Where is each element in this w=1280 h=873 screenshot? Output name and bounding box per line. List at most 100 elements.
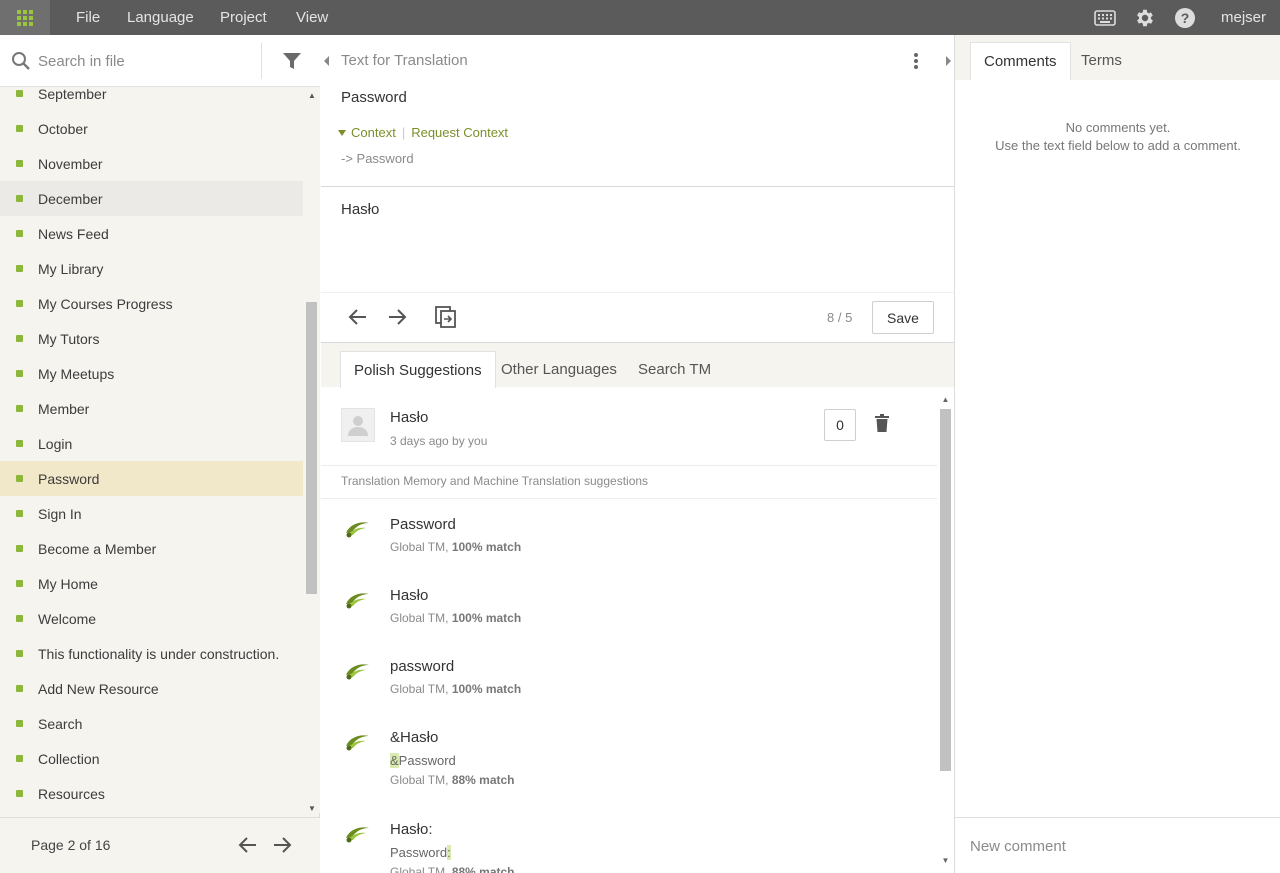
tm-match: 88% match	[451, 865, 515, 873]
string-list-item[interactable]: December	[0, 181, 303, 216]
translation-textarea[interactable]: Hasło	[341, 201, 379, 218]
status-dot-icon	[16, 755, 23, 762]
tm-logo-icon	[346, 664, 369, 680]
next-page-arrow-icon[interactable]	[272, 836, 292, 854]
svg-text:?: ?	[1181, 10, 1190, 26]
search-input[interactable]	[38, 49, 248, 73]
context-toggle[interactable]: Context	[351, 125, 396, 140]
status-dot-icon	[16, 720, 23, 727]
tab-terms[interactable]: Terms	[1068, 42, 1135, 80]
scroll-down-arrow-icon[interactable]: ▼	[938, 856, 953, 868]
keyboard-icon[interactable]	[1093, 6, 1117, 30]
string-list-item[interactable]: My Meetups	[0, 356, 303, 391]
menu-project[interactable]: Project	[220, 0, 267, 35]
status-dot-icon	[16, 650, 23, 657]
string-list-item[interactable]: Collection	[0, 741, 303, 776]
status-dot-icon	[16, 580, 23, 587]
menu-file[interactable]: File	[76, 0, 100, 35]
string-label: Member	[38, 400, 90, 417]
apps-menu-button[interactable]	[0, 0, 50, 35]
tm-suggestion[interactable]: password Global TM, 100% match	[321, 658, 937, 718]
tm-match: 100% match	[451, 682, 522, 696]
my-suggestion-meta: 3 days ago by you	[390, 434, 488, 448]
string-list-item[interactable]: Search	[0, 706, 303, 741]
string-label: Resources	[38, 785, 105, 802]
suggestions-scrollbar-thumb[interactable]	[940, 409, 951, 771]
list-scrollbar-thumb[interactable]	[306, 302, 317, 594]
tm-suggestion[interactable]: &Hasło &Password Global TM, 88% match	[321, 729, 937, 809]
user-menu[interactable]: mejser	[1221, 0, 1266, 35]
my-suggestion-text[interactable]: Hasło	[390, 409, 428, 426]
suggestions-list: Hasło 3 days ago by you 0 Translation Me…	[321, 387, 954, 873]
string-list-item[interactable]: Login	[0, 426, 303, 461]
scroll-up-arrow-icon[interactable]: ▲	[938, 395, 953, 407]
trash-icon[interactable]	[875, 414, 889, 432]
previous-string-arrow-icon[interactable]	[348, 308, 368, 326]
menu-language[interactable]: Language	[127, 0, 194, 35]
tm-suggestion-meta: Global TM, 100% match	[390, 611, 521, 625]
string-list-item[interactable]: Add New Resource	[0, 671, 303, 706]
editor-toolbar: 8 / 5 Save	[321, 292, 954, 342]
string-list-item[interactable]: Member	[0, 391, 303, 426]
scroll-up-arrow-icon[interactable]: ▲	[304, 90, 320, 102]
string-label: My Library	[38, 260, 104, 277]
string-list-item[interactable]: Password	[0, 461, 303, 496]
search-icon	[12, 52, 30, 70]
page-indicator: Page 2 of 16	[31, 837, 111, 853]
string-list-item[interactable]: September	[0, 77, 303, 111]
next-string-arrow-icon[interactable]	[387, 308, 407, 326]
previous-page-arrow-icon[interactable]	[238, 836, 258, 854]
tm-suggestion[interactable]: Password Global TM, 100% match	[321, 516, 937, 576]
avatar	[341, 408, 375, 442]
scroll-down-arrow-icon[interactable]: ▼	[304, 803, 320, 815]
user-silhouette-icon	[348, 416, 368, 436]
tm-origin: Global TM,	[390, 540, 452, 554]
copy-source-icon[interactable]	[435, 306, 457, 328]
tm-source-post: Password	[398, 753, 456, 768]
comments-tabs: Comments Terms	[955, 35, 1280, 80]
tm-match: 100% match	[451, 540, 522, 554]
empty-comments-message: No comments yet. Use the text field belo…	[955, 119, 1280, 155]
tm-logo-icon	[346, 593, 369, 609]
string-list-item[interactable]: News Feed	[0, 216, 303, 251]
string-label: Sign In	[38, 505, 82, 522]
string-list-item[interactable]: Welcome	[0, 601, 303, 636]
context-row: Context | Request Context	[338, 125, 508, 140]
string-list-item[interactable]: My Tutors	[0, 321, 303, 356]
gear-icon[interactable]	[1133, 6, 1157, 30]
string-list-item[interactable]: My Home	[0, 566, 303, 601]
status-dot-icon	[16, 440, 23, 447]
string-list-item[interactable]: This functionality is under construction…	[0, 636, 303, 671]
status-dot-icon	[16, 790, 23, 797]
collapse-right-arrow-icon[interactable]	[942, 35, 954, 87]
vote-count[interactable]: 0	[824, 409, 856, 441]
string-list-item[interactable]: My Courses Progress	[0, 286, 303, 321]
string-list-item[interactable]: Resources	[0, 776, 303, 811]
string-label: Add New Resource	[38, 680, 159, 697]
status-dot-icon	[16, 510, 23, 517]
tab-comments[interactable]: Comments	[970, 42, 1071, 80]
request-context-link[interactable]: Request Context	[411, 125, 508, 140]
string-label: November	[38, 155, 103, 172]
tab-other-languages[interactable]: Other Languages	[488, 351, 630, 388]
string-list-item[interactable]: Sign In	[0, 496, 303, 531]
tm-suggestion[interactable]: Hasło Global TM, 100% match	[321, 587, 937, 647]
separator: |	[401, 125, 406, 140]
string-list-item[interactable]: My Library	[0, 251, 303, 286]
new-comment-input[interactable]	[970, 834, 1265, 858]
save-button[interactable]: Save	[872, 301, 934, 334]
tab-polish-suggestions[interactable]: Polish Suggestions	[340, 351, 496, 388]
context-value: -> Password	[341, 151, 414, 166]
tm-origin: Global TM,	[390, 682, 452, 696]
tm-suggestion[interactable]: Hasło: Password: Global TM, 88% match	[321, 821, 937, 873]
collapse-left-arrow-icon[interactable]	[321, 35, 333, 87]
string-list-item[interactable]: Become a Member	[0, 531, 303, 566]
menu-view[interactable]: View	[296, 0, 328, 35]
help-icon[interactable]: ?	[1173, 6, 1197, 30]
string-list-item[interactable]: October	[0, 111, 303, 146]
filter-icon[interactable]	[282, 51, 302, 71]
tab-search-tm[interactable]: Search TM	[625, 351, 724, 388]
context-toggle-icon[interactable]	[338, 129, 346, 136]
string-list-item[interactable]: November	[0, 146, 303, 181]
more-options-icon[interactable]	[910, 51, 922, 71]
